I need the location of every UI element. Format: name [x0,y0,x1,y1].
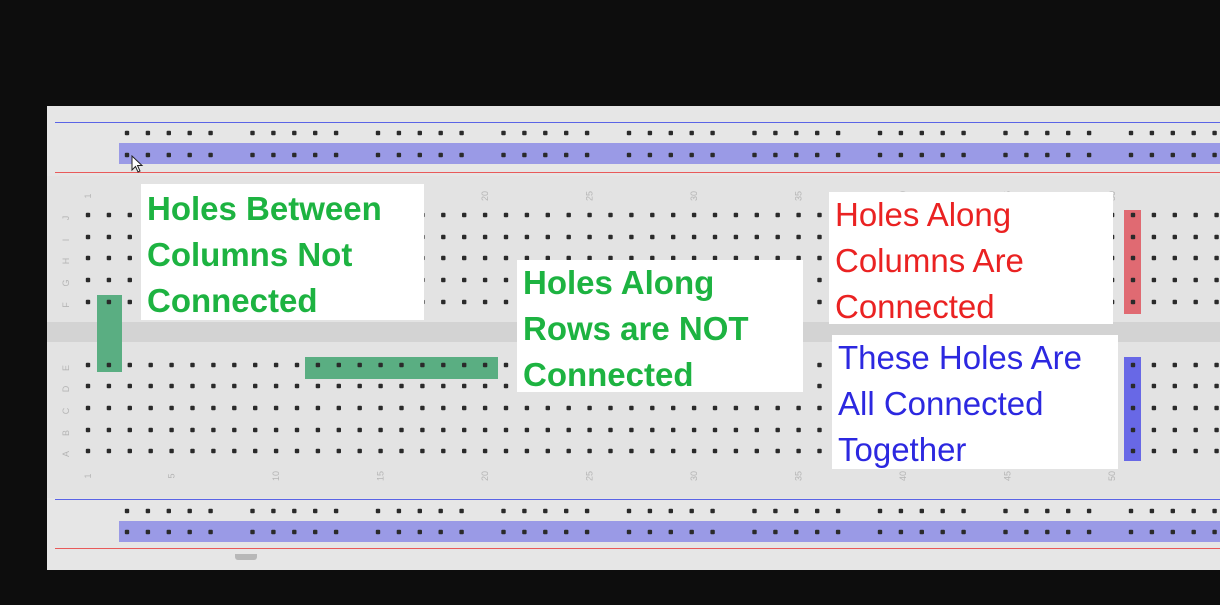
label-line: Connected [147,282,318,319]
label-line: Holes Along [835,196,1012,233]
column-number-bottom: 15 [376,471,386,481]
row-letter: I [61,239,71,242]
label-line: Holes Between [147,190,382,227]
row-letter: J [61,216,71,221]
row-letter: B [61,430,71,436]
column-number-top: 20 [480,191,490,201]
label-line: Columns Not [147,236,353,273]
row-letter: D [61,385,71,392]
label-line: Connected [835,288,995,325]
label-rows-not-connected: Holes Along Rows are NOT Connected [517,260,803,393]
label-line: All Connected [838,385,1044,422]
label-line: Columns Are [835,242,1024,279]
column-number-bottom: 20 [480,471,490,481]
column-number-bottom: 5 [167,473,177,478]
column-number-bottom: 10 [271,471,281,481]
row-letter: H [61,258,71,265]
label-line: Rows are NOT [523,310,749,347]
label-columns-not-connected: Holes Between Columns Not Connected [141,184,424,320]
column-number-top: 30 [689,191,699,201]
board-tab [235,554,257,560]
label-line: These Holes Are [838,339,1082,376]
row-letter: F [61,302,71,308]
label-line: Connected [523,356,694,393]
column-number-bottom: 1 [83,473,93,478]
column-number-top: 25 [585,191,595,201]
column-number-bottom: 35 [794,471,804,481]
row-letter: E [61,365,71,371]
column-number-top: 1 [83,193,93,198]
label-line: Together [838,431,967,468]
label-line: Holes Along [523,264,715,301]
column-number-bottom: 30 [689,471,699,481]
row-letter: A [61,451,71,457]
column-number-top: 35 [794,191,804,201]
label-rails-connected: These Holes Are All Connected Together [832,335,1118,469]
label-columns-connected: Holes Along Columns Are Connected [829,192,1113,325]
mouse-cursor-icon [131,155,144,173]
row-letter: C [61,407,71,414]
column-number-bottom: 25 [585,471,595,481]
row-letter: G [61,279,71,286]
